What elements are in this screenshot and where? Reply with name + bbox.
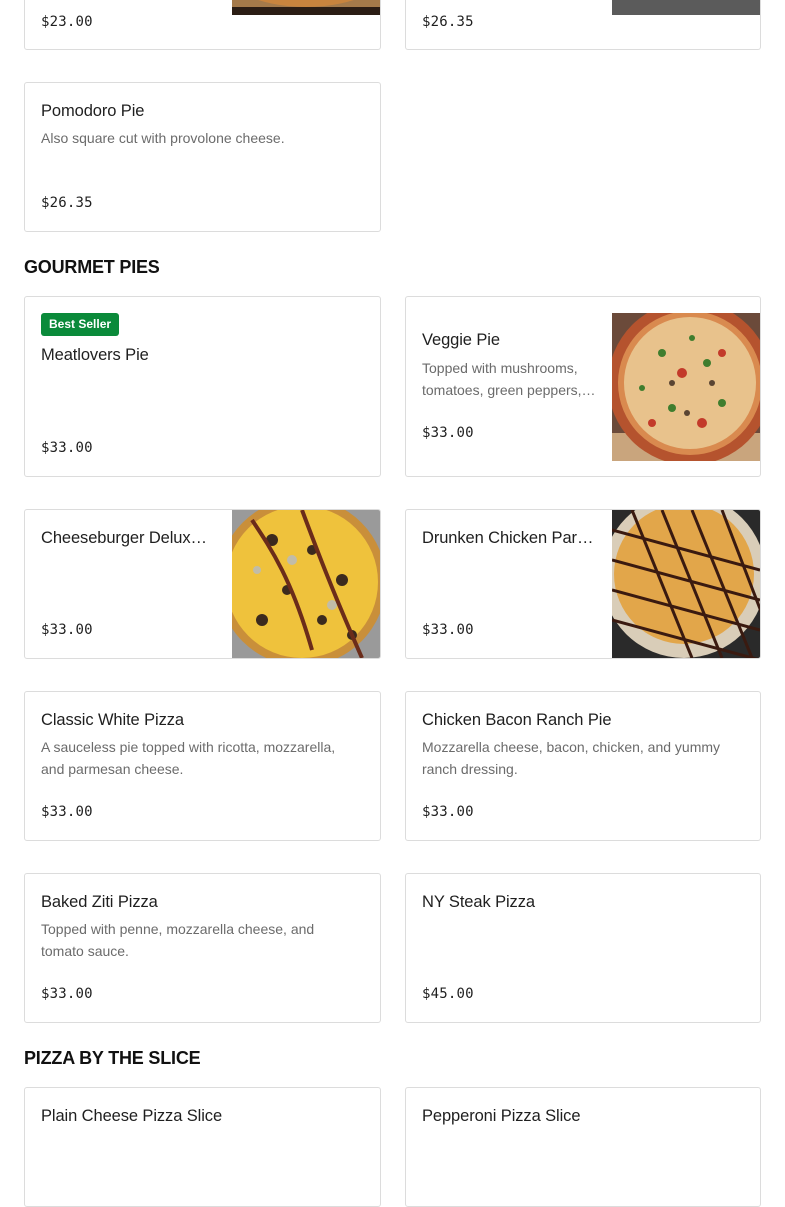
item-title: Chicken Bacon Ranch Pie bbox=[422, 711, 612, 729]
item-title: NY Steak Pizza bbox=[422, 893, 535, 911]
item-title: Pomodoro Pie bbox=[41, 102, 145, 120]
cheeseburger-pizza-photo bbox=[232, 510, 380, 658]
item-price: $23.00 bbox=[41, 14, 93, 30]
menu-item-card[interactable]: Pepperoni Pizza Slice bbox=[405, 1087, 761, 1207]
item-price: $33.00 bbox=[422, 804, 474, 820]
section-heading-pizza-by-the-slice: PIZZA BY THE SLICE bbox=[24, 1048, 201, 1068]
item-title: Plain Cheese Pizza Slice bbox=[41, 1107, 223, 1125]
item-description: Topped with penne, mozzarella cheese, an… bbox=[41, 921, 315, 959]
item-price: $33.00 bbox=[41, 804, 93, 820]
item-description: A sauceless pie topped with ricotta, moz… bbox=[41, 739, 336, 777]
item-price: $33.00 bbox=[41, 986, 93, 1002]
item-title: Drunken Chicken Parm Pizza bbox=[422, 529, 597, 547]
item-price: $33.00 bbox=[41, 440, 93, 456]
item-price: $33.00 bbox=[422, 622, 474, 638]
item-description: Mozzarella cheese, bacon, chicken, and y… bbox=[422, 739, 721, 777]
menu-item-card[interactable]: Veggie Pie Topped with mushrooms, tomato… bbox=[405, 296, 761, 477]
veggie-pizza-photo bbox=[612, 313, 760, 461]
menu-item-card[interactable]: Best Seller Meatlovers Pie $33.00 bbox=[24, 296, 381, 477]
item-price: $33.00 bbox=[422, 425, 474, 441]
item-title: Cheeseburger Deluxe Pizza bbox=[41, 529, 216, 547]
item-title: Baked Ziti Pizza bbox=[41, 893, 158, 911]
section-heading-gourmet-pies: GOURMET PIES bbox=[24, 257, 160, 277]
item-price: $33.00 bbox=[41, 622, 93, 638]
item-title: Pepperoni Pizza Slice bbox=[422, 1107, 581, 1125]
menu-item-card[interactable]: $26.35 bbox=[405, 0, 761, 50]
best-seller-badge: Best Seller bbox=[41, 313, 120, 336]
item-title: Meatlovers Pie bbox=[41, 346, 149, 364]
pizza-photo bbox=[612, 0, 760, 15]
menu-item-card[interactable]: Drunken Chicken Parm Pizza $33.00 bbox=[405, 509, 761, 659]
item-price: $26.35 bbox=[422, 14, 474, 30]
menu-item-card[interactable]: $23.00 bbox=[24, 0, 381, 50]
menu-item-card[interactable]: Cheeseburger Deluxe Pizza $33.00 bbox=[24, 509, 381, 659]
menu-item-card[interactable]: NY Steak Pizza $45.00 bbox=[405, 873, 761, 1023]
item-price: $26.35 bbox=[41, 195, 93, 211]
chicken-pizza-photo bbox=[612, 510, 760, 658]
item-title: Veggie Pie bbox=[422, 331, 500, 349]
menu-item-card[interactable]: Pomodoro Pie Also square cut with provol… bbox=[24, 82, 381, 232]
item-description: Topped with mushrooms, tomatoes, green p… bbox=[422, 360, 582, 398]
item-description: Also square cut with provolone cheese. bbox=[41, 130, 285, 146]
menu-item-card[interactable]: Plain Cheese Pizza Slice bbox=[24, 1087, 381, 1207]
menu-item-card[interactable]: Baked Ziti Pizza Topped with penne, mozz… bbox=[24, 873, 381, 1023]
menu-item-card[interactable]: Classic White Pizza A sauceless pie topp… bbox=[24, 691, 381, 841]
item-title: Classic White Pizza bbox=[41, 711, 184, 729]
item-price: $45.00 bbox=[422, 986, 474, 1002]
menu-item-card[interactable]: Chicken Bacon Ranch Pie Mozzarella chees… bbox=[405, 691, 761, 841]
pizza-photo bbox=[232, 0, 380, 15]
